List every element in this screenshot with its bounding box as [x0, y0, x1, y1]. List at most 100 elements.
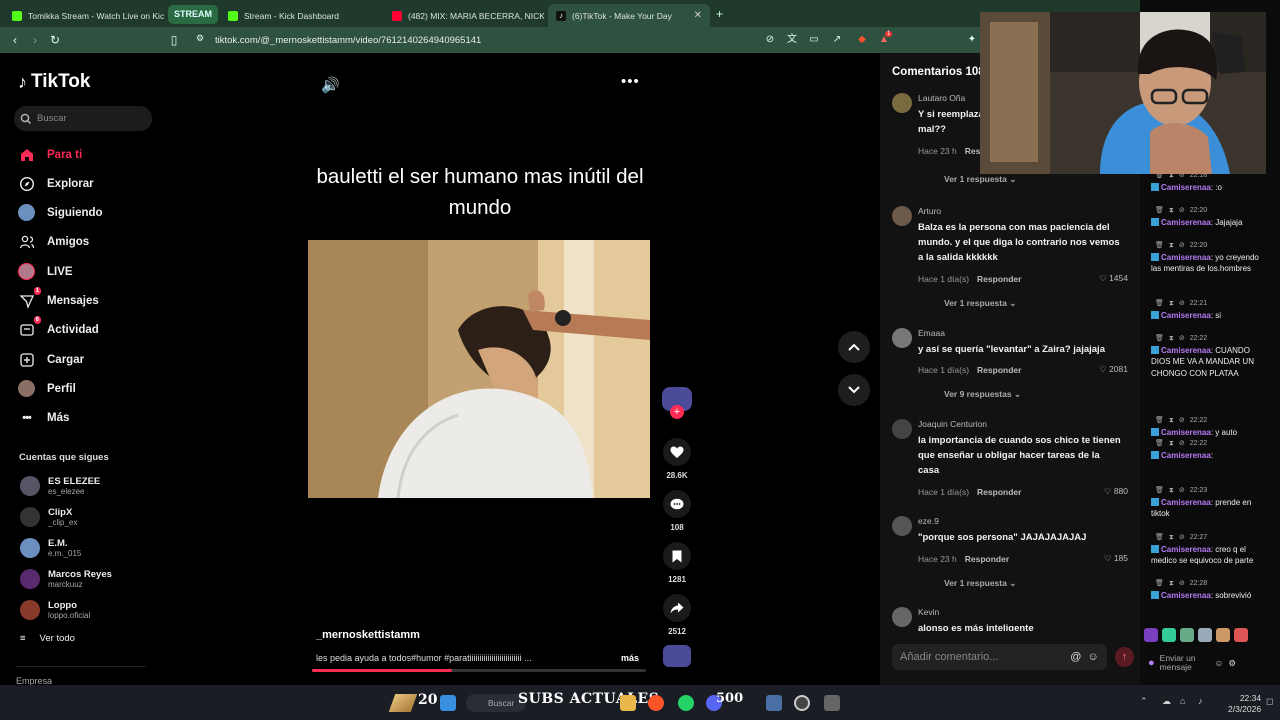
followed-account[interactable]: ES ELEZEE es_elezee [20, 476, 100, 496]
nav-para-ti[interactable]: Para ti [18, 146, 82, 163]
view-replies-button[interactable]: Ver 1 respuesta ⌄ [944, 174, 1016, 185]
previous-video-button[interactable] [838, 331, 870, 363]
tray-icon[interactable]: ☁ [1162, 696, 1171, 707]
author-avatar-button[interactable]: + [662, 387, 692, 419]
ban-icon[interactable]: ⊘ [1179, 415, 1185, 427]
ban-icon[interactable]: ⊘ [1179, 485, 1185, 497]
comment-like-button[interactable]: ♡ 880 [1104, 486, 1128, 497]
tiktok-logo[interactable]: ♪ TikTok [18, 71, 90, 93]
tray-chevron-icon[interactable]: ⌃ [1140, 696, 1148, 707]
file-explorer-icon[interactable] [620, 695, 636, 711]
close-tab-icon[interactable]: ✕ [694, 10, 702, 21]
post-comment-button[interactable]: ↑ [1114, 647, 1134, 667]
next-video-button[interactable] [838, 374, 870, 406]
mention-icon[interactable]: @ [1070, 651, 1081, 663]
bookmark-icon[interactable]: ▯ [167, 33, 181, 47]
chat-username[interactable]: Camiserenaa [1161, 428, 1211, 437]
nav-actividad[interactable]: 6 Actividad [18, 316, 99, 338]
followed-account[interactable]: E.M. e.m._015 [20, 538, 81, 558]
ban-icon[interactable]: ⊘ [1179, 438, 1185, 450]
notifications-icon[interactable]: ◻ [1266, 696, 1273, 707]
browser-tab-active[interactable]: ♪ (6)TikTok - Make Your Day ✕ [548, 4, 710, 27]
add-comment-input[interactable]: Añadir comentario... @ ☺ [892, 644, 1107, 670]
chat-username[interactable]: Camiserenaa [1161, 545, 1211, 554]
trash-icon[interactable]: 🗑 [1155, 298, 1164, 310]
browser-tab[interactable]: Tomikka Stream - Watch Live on Kick [4, 4, 164, 27]
ban-icon[interactable]: ⊘ [1179, 205, 1185, 217]
reply-button[interactable]: Responder [977, 365, 1021, 375]
chat-username[interactable]: Camiserenaa [1161, 253, 1211, 262]
new-tab-icon[interactable]: + [716, 7, 723, 21]
video-progress-bar[interactable] [312, 669, 646, 672]
commenter-avatar[interactable] [892, 206, 912, 226]
volume-tray-icon[interactable]: ♪ [1198, 696, 1203, 706]
trash-icon[interactable]: 🗑 [1155, 485, 1164, 497]
search-input[interactable]: Buscar [14, 106, 152, 131]
browser-tab[interactable]: Stream - Kick Dashboard [220, 4, 380, 27]
nav-perfil[interactable]: Perfil [18, 380, 76, 397]
emote-icon[interactable] [1180, 628, 1194, 642]
timeout-icon[interactable]: ⧗ [1169, 532, 1174, 544]
emote-icon[interactable] [1234, 628, 1248, 642]
app-icon[interactable] [824, 695, 840, 711]
brave-browser-icon[interactable] [648, 695, 664, 711]
nav-amigos[interactable]: Amigos [18, 233, 89, 250]
reply-button[interactable]: Responder [977, 487, 1021, 497]
emote-icon[interactable] [1198, 628, 1212, 642]
trash-icon[interactable]: 🗑 [1155, 333, 1164, 345]
trash-icon[interactable]: 🗑 [1155, 205, 1164, 217]
tab-group-label[interactable]: STREAM [168, 5, 218, 24]
trash-icon[interactable]: 🗑 [1155, 240, 1164, 252]
commenter-name[interactable]: Joaquin Centurion [918, 419, 987, 429]
chat-username[interactable]: Camiserenaa [1161, 591, 1211, 600]
timeout-icon[interactable]: ⧗ [1169, 240, 1174, 252]
commenter-name[interactable]: Arturo [918, 206, 941, 216]
reply-button[interactable]: Responder [965, 554, 1009, 564]
video-player[interactable] [308, 240, 650, 498]
emote-icon[interactable] [1216, 628, 1230, 642]
taskbar-search[interactable]: Buscar [466, 694, 526, 712]
network-icon[interactable]: ⌂ [1180, 696, 1185, 706]
nav-explorar[interactable]: Explorar [18, 175, 94, 192]
emoji-icon[interactable]: ☺ [1087, 651, 1098, 663]
brave-shield-icon[interactable]: ◆ [856, 34, 868, 46]
obs-icon[interactable] [794, 695, 810, 711]
volume-icon[interactable]: 🔊 [321, 76, 340, 94]
like-button[interactable]: 28.6K [662, 438, 692, 480]
timeout-icon[interactable]: ⧗ [1169, 485, 1174, 497]
video-author[interactable]: _mernoskettistamm [316, 629, 420, 641]
reload-icon[interactable]: ↻ [48, 33, 62, 47]
chat-username[interactable]: Camiserenaa [1161, 311, 1211, 320]
commenter-avatar[interactable] [892, 93, 912, 113]
ban-icon[interactable]: ⊘ [1179, 333, 1185, 345]
chat-input[interactable]: Enviar un mensaje [1160, 654, 1210, 672]
ban-icon[interactable]: ⊘ [1179, 240, 1185, 252]
app-icon[interactable] [766, 695, 782, 711]
share-button[interactable]: 2512 [662, 594, 692, 636]
chat-username[interactable]: Camiserenaa [1161, 218, 1211, 227]
trash-icon[interactable]: 🗑 [1155, 415, 1164, 427]
extensions-icon[interactable]: ✦ [966, 34, 978, 46]
trash-icon[interactable]: 🗑 [1155, 438, 1164, 450]
expand-description-button[interactable]: más [621, 653, 639, 663]
view-replies-button[interactable]: Ver 1 respuesta ⌄ [944, 298, 1016, 309]
commenter-name[interactable]: Emaaa [918, 328, 945, 338]
share-icon[interactable]: ↗ [831, 34, 843, 46]
system-clock[interactable]: 22:34 2/3/2026 [1228, 693, 1261, 715]
trash-icon[interactable]: 🗑 [1155, 578, 1164, 590]
emoji-icon[interactable]: ☺ [1215, 658, 1224, 668]
emote-icon[interactable] [1144, 628, 1158, 642]
nav-live[interactable]: LIVE [18, 263, 73, 280]
emote-icon[interactable] [1162, 628, 1176, 642]
ban-icon[interactable]: ⊘ [1179, 298, 1185, 310]
commenter-avatar[interactable] [892, 516, 912, 536]
more-options-icon[interactable]: ••• [621, 73, 640, 90]
save-button[interactable]: 1281 [662, 542, 692, 584]
site-info-icon[interactable]: ⚙ [193, 33, 207, 44]
comment-button[interactable]: 108 [662, 490, 692, 532]
view-replies-button[interactable]: Ver 9 respuestas ⌄ [944, 389, 1021, 400]
followed-account[interactable]: Loppo loppo.oficial [20, 600, 90, 620]
reply-button[interactable]: Responder [977, 274, 1021, 284]
view-replies-button[interactable]: Ver 1 respuesta ⌄ [944, 578, 1016, 589]
commenter-name[interactable]: eze.9 [918, 516, 939, 526]
